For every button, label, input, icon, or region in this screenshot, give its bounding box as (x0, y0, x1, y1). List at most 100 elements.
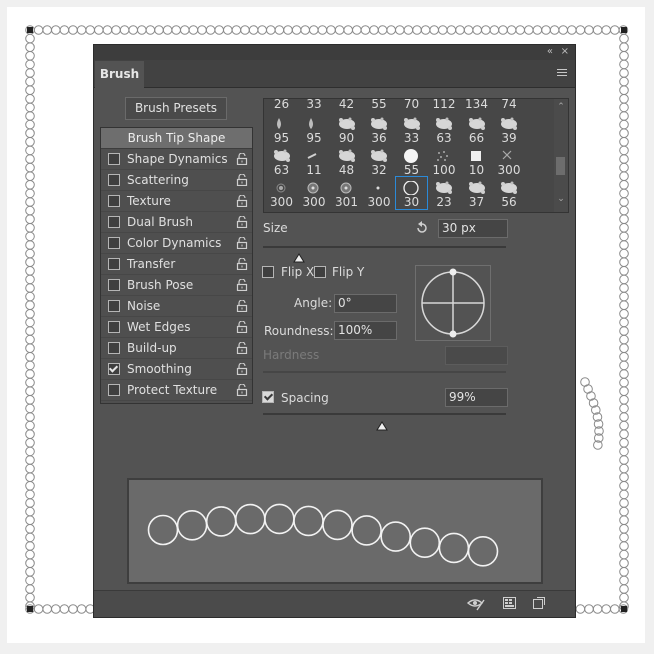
transform-handle-top-right[interactable] (621, 27, 627, 33)
lock-icon[interactable] (236, 216, 248, 228)
tab-brush[interactable]: Brush (95, 61, 144, 88)
transform-handle-bottom-left[interactable] (27, 606, 33, 612)
angle-field[interactable]: 0° (334, 294, 397, 313)
setting-item-texture[interactable]: Texture (101, 191, 252, 212)
brush-tip-cell[interactable]: 70 (396, 99, 427, 112)
lock-icon[interactable] (236, 258, 248, 270)
brush-tip-cell[interactable]: 66 (461, 113, 492, 145)
setting-item-transfer[interactable]: Transfer (101, 254, 252, 275)
brush-tip-cell[interactable]: 10 (461, 145, 492, 177)
setting-item-protect-texture[interactable]: Protect Texture (101, 380, 252, 401)
bead-dab (25, 592, 35, 603)
setting-item-scattering[interactable]: Scattering (101, 170, 252, 191)
eye-toggle-icon[interactable] (467, 597, 485, 611)
grid-icon[interactable] (503, 597, 516, 609)
lock-icon[interactable] (236, 363, 248, 375)
brush-tip-shape-item[interactable]: Brush Tip Shape (101, 128, 252, 149)
brush-tip-cell[interactable]: 55 (396, 145, 427, 177)
brush-tip-cell[interactable]: 55 (364, 99, 395, 112)
setting-checkbox[interactable] (108, 279, 120, 291)
lock-icon[interactable] (236, 342, 248, 354)
spacing-slider-thumb[interactable] (376, 416, 388, 435)
setting-checkbox[interactable] (108, 342, 120, 354)
brush-tip-cell[interactable]: 300 (364, 177, 395, 209)
brush-tip-cell[interactable]: 33 (396, 113, 427, 145)
lock-icon[interactable] (236, 237, 248, 249)
brush-tip-cell[interactable]: 63 (429, 113, 460, 145)
lock-icon[interactable] (236, 279, 248, 291)
setting-item-build-up[interactable]: Build-up (101, 338, 252, 359)
setting-checkbox[interactable] (108, 321, 120, 333)
brush-tip-cell[interactable]: 42 (331, 99, 362, 112)
setting-item-smoothing[interactable]: Smoothing (101, 359, 252, 380)
setting-item-noise[interactable]: Noise (101, 296, 252, 317)
brush-tip-cell[interactable]: 39 (494, 113, 525, 145)
scrollbar-thumb[interactable] (556, 157, 565, 175)
setting-checkbox[interactable] (108, 237, 120, 249)
brush-tip-cell[interactable]: 37 (461, 177, 492, 209)
lock-icon[interactable] (236, 195, 248, 207)
setting-checkbox[interactable] (108, 384, 120, 396)
brush-tip-cell[interactable]: 63 (266, 145, 297, 177)
chevron-down-icon[interactable]: ⌄ (556, 195, 566, 204)
brush-tip-cell[interactable]: 100 (429, 145, 460, 177)
bead-dab (506, 25, 517, 35)
setting-checkbox[interactable] (108, 258, 120, 270)
brush-tip-cell[interactable]: 48 (331, 145, 362, 177)
brush-tip-cell[interactable]: 11 (299, 145, 330, 177)
close-icon[interactable]: × (561, 46, 569, 58)
setting-item-shape-dynamics[interactable]: Shape Dynamics (101, 149, 252, 170)
panel-menu-icon[interactable] (557, 69, 567, 78)
setting-checkbox[interactable] (108, 300, 120, 312)
tip-grid-scrollbar[interactable]: ⌃ ⌄ (554, 99, 568, 212)
lock-icon[interactable] (236, 321, 248, 333)
brush-presets-button[interactable]: Brush Presets (125, 97, 227, 120)
transform-handle-bottom-right[interactable] (621, 606, 627, 612)
lock-icon[interactable] (236, 174, 248, 186)
flip-y-checkbox[interactable] (314, 266, 326, 278)
transform-handle-top-left[interactable] (27, 27, 33, 33)
spacing-field[interactable]: 99% (445, 388, 508, 407)
double-chevron-left-icon[interactable]: « (547, 46, 553, 58)
angle-roundness-widget[interactable] (415, 265, 491, 341)
brush-tip-cell[interactable]: 30 (395, 176, 428, 210)
setting-checkbox[interactable] (108, 363, 120, 375)
brush-tip-cell[interactable]: 301 (331, 177, 362, 209)
spacing-checkbox[interactable] (262, 391, 274, 403)
brush-tip-cell[interactable]: 134 (461, 99, 492, 112)
brush-tip-cell[interactable]: 74 (494, 99, 525, 112)
new-brush-icon[interactable] (533, 597, 545, 609)
brush-tip-cell[interactable]: 112 (429, 99, 460, 112)
brush-tip-cell[interactable]: 300 (494, 145, 525, 177)
brush-tip-cell[interactable]: 95 (299, 113, 330, 145)
brush-tip-cell[interactable]: 300 (266, 177, 297, 209)
size-field[interactable]: 30 px (438, 219, 508, 238)
setting-checkbox[interactable] (108, 195, 120, 207)
setting-checkbox[interactable] (108, 153, 120, 165)
roundness-field[interactable]: 100% (334, 321, 397, 340)
setting-item-dual-brush[interactable]: Dual Brush (101, 212, 252, 233)
lock-icon[interactable] (236, 384, 248, 396)
brush-tip-cell[interactable]: 95 (266, 113, 297, 145)
spacing-slider-track[interactable] (263, 413, 506, 415)
lock-icon[interactable] (236, 300, 248, 312)
brush-tip-cell[interactable]: 90 (331, 113, 362, 145)
setting-item-color-dynamics[interactable]: Color Dynamics (101, 233, 252, 254)
setting-item-brush-pose[interactable]: Brush Pose (101, 275, 252, 296)
brush-tip-cell[interactable]: 56 (494, 177, 525, 209)
brush-tip-cell[interactable]: 33 (299, 99, 330, 112)
reset-arrow-icon[interactable] (415, 221, 429, 235)
brush-tip-cell[interactable]: 32 (364, 145, 395, 177)
setting-item-wet-edges[interactable]: Wet Edges (101, 317, 252, 338)
brush-tip-cell[interactable]: 23 (429, 177, 460, 209)
brush-tip-cell[interactable]: 300 (299, 177, 330, 209)
panel-titlebar[interactable]: « × (94, 45, 575, 60)
setting-checkbox[interactable] (108, 174, 120, 186)
brush-tip-cell[interactable]: 36 (364, 113, 395, 145)
lock-icon[interactable] (236, 153, 248, 165)
flip-x-checkbox[interactable] (262, 266, 274, 278)
brush-tip-cell[interactable]: 26 (266, 99, 297, 112)
setting-checkbox[interactable] (108, 216, 120, 228)
chevron-up-icon[interactable]: ⌃ (556, 103, 566, 112)
tip-size-label: 37 (468, 195, 485, 209)
